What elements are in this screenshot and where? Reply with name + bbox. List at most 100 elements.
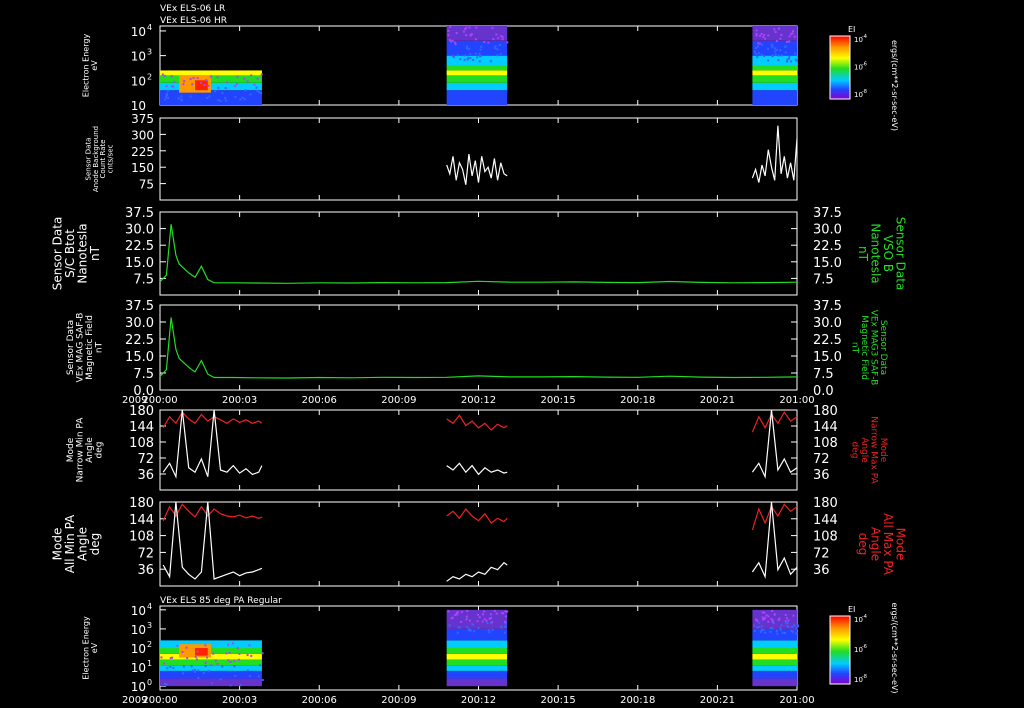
panel-7-colorbar-title: EI [848,605,855,614]
panel-1-speckle [234,85,237,88]
panel-7-speckle [506,610,509,613]
panel-1-speckle [795,59,798,62]
panel-1-speckle [256,77,259,80]
panel-1-speckle [763,55,766,58]
panel-7-speckle [197,669,200,672]
panel-6-ytick-label-right: 72 [813,546,830,561]
panel-1-speckle [788,40,791,43]
panel-7-speckle [796,625,799,628]
panel-7-speckle [764,631,767,634]
panel-1-speckle [163,74,166,77]
panel-1-speckle [760,43,763,46]
panel-7-spectrogram-band [446,648,508,654]
panel-7-speckle [248,644,251,647]
panel-1-spectrogram-band [752,75,797,83]
panel-7-speckle [795,627,798,630]
panel-4-ylabel-right: Sensor DataVEx MAG3 SAF-BMagnetic Fieldn… [850,310,888,386]
panel-7-speckle [503,620,506,623]
panel-7-speckle [778,617,781,620]
panel-4-ytick-label-right: 7.5 [813,367,834,382]
panel-7-speckle [206,656,209,659]
space-physics-plot: VEx ELS-06 LR VEx ELS-06 HR 10 410 310 210E… [50,4,907,706]
panel-6-series-6-line [751,501,798,580]
panel-4-ytick-label-right: 30.0 [813,316,842,331]
panel-7-ytick-label: 10 [131,661,146,675]
panel-2-ytick-label: 150 [131,161,154,175]
panel-7-speckle [786,624,789,627]
panel-7-speckle [185,646,188,649]
panel-1-speckle [255,86,258,89]
panel-7-speckle [753,629,756,632]
panel-1-speckle [774,50,777,53]
panel-4-ytick-label-right: 22.5 [813,333,842,348]
panel-1-speckle [466,47,469,50]
panel-1-speckle [773,28,776,31]
panel-7-speckle [219,678,222,681]
panel-1-speckle [771,55,774,58]
panel-1-colorbar-tick-exp: -4 [862,34,867,40]
panel-7-speckle [481,613,484,616]
panel-7-speckle [755,618,758,621]
time-axis-label: 200:15 [541,695,576,706]
panel-1-speckle [241,96,244,99]
panel-1-speckle [217,86,220,89]
panel-1-speckle [219,99,222,102]
panel-1-speckle [225,99,228,102]
panel-1-speckle [196,77,199,80]
panel-1-speckle [221,91,224,94]
panel-3-ytick-label: 15.0 [125,256,154,271]
panel-7-speckle [760,625,763,628]
panel-6-series-4-line [446,561,508,582]
panel-7-speckle [246,654,249,657]
panel-7-speckle [172,666,175,669]
panel-1-ytick-exp: 3 [147,48,152,57]
panel-7-speckle [783,631,786,634]
panel-1-speckle [161,73,164,76]
panel-7-speckle [186,657,189,660]
panel-7-spectrogram-band [446,653,508,660]
panel-7-speckle [456,631,459,634]
panel-7-speckle [504,622,507,625]
panel-1-speckle [492,38,495,41]
panel-7-spectrogram-band [752,678,797,687]
panel-3-ytick-label-right: 37.5 [813,206,842,221]
panel-1-speckle [469,52,472,55]
panel-7-colorbar [829,615,851,685]
panel-7-speckle [447,610,450,613]
time-axis-label: 200:06 [302,695,337,706]
panel-4-ytick-label: 22.5 [125,333,154,348]
panel-3-series-1-line [159,224,798,284]
panel-7-speckle [477,613,480,616]
panel-1-speckle [208,95,211,98]
panel-7-spectrogram-band [752,665,797,671]
panel-7-speckle [210,682,213,685]
panel-1-speckle [236,75,239,78]
panel-7-spectrogram-band [160,670,262,679]
panel-7-colorbar-tick-exp: -4 [862,614,867,620]
panel-1-speckle [224,86,227,89]
panel-7-speckle [176,644,179,647]
panel-3-ytick-label: 7.5 [133,272,154,287]
panel-1-speckle [762,35,765,38]
panel-7-speckle [760,629,763,632]
panel-1-speckle [200,81,203,84]
panel-1-speckle [763,33,766,36]
panel-7-speckle [765,614,768,617]
panel-7-spectrogram-band [446,640,508,648]
panel-7-speckle [257,675,260,678]
panel-7-speckle [769,630,772,633]
panel-7-speckle [229,661,232,664]
panel-1-speckle [189,95,192,98]
panel-1-speckle [459,58,462,61]
panel-7-speckle [487,629,490,632]
panel-7-speckle [501,612,504,615]
panel-1-speckle [770,43,773,46]
panel-7-speckle [195,658,198,661]
panel-3-ytick-label-right: 15.0 [813,256,842,271]
panel-7-speckle [207,670,210,673]
panel-7-ytick-exp: 3 [147,621,152,630]
panel-1-speckle [224,97,227,100]
panel-6-series-3-line [446,508,508,524]
panel-1-spectrogram-band [446,65,508,71]
panel-6-series-2-line [162,501,263,580]
